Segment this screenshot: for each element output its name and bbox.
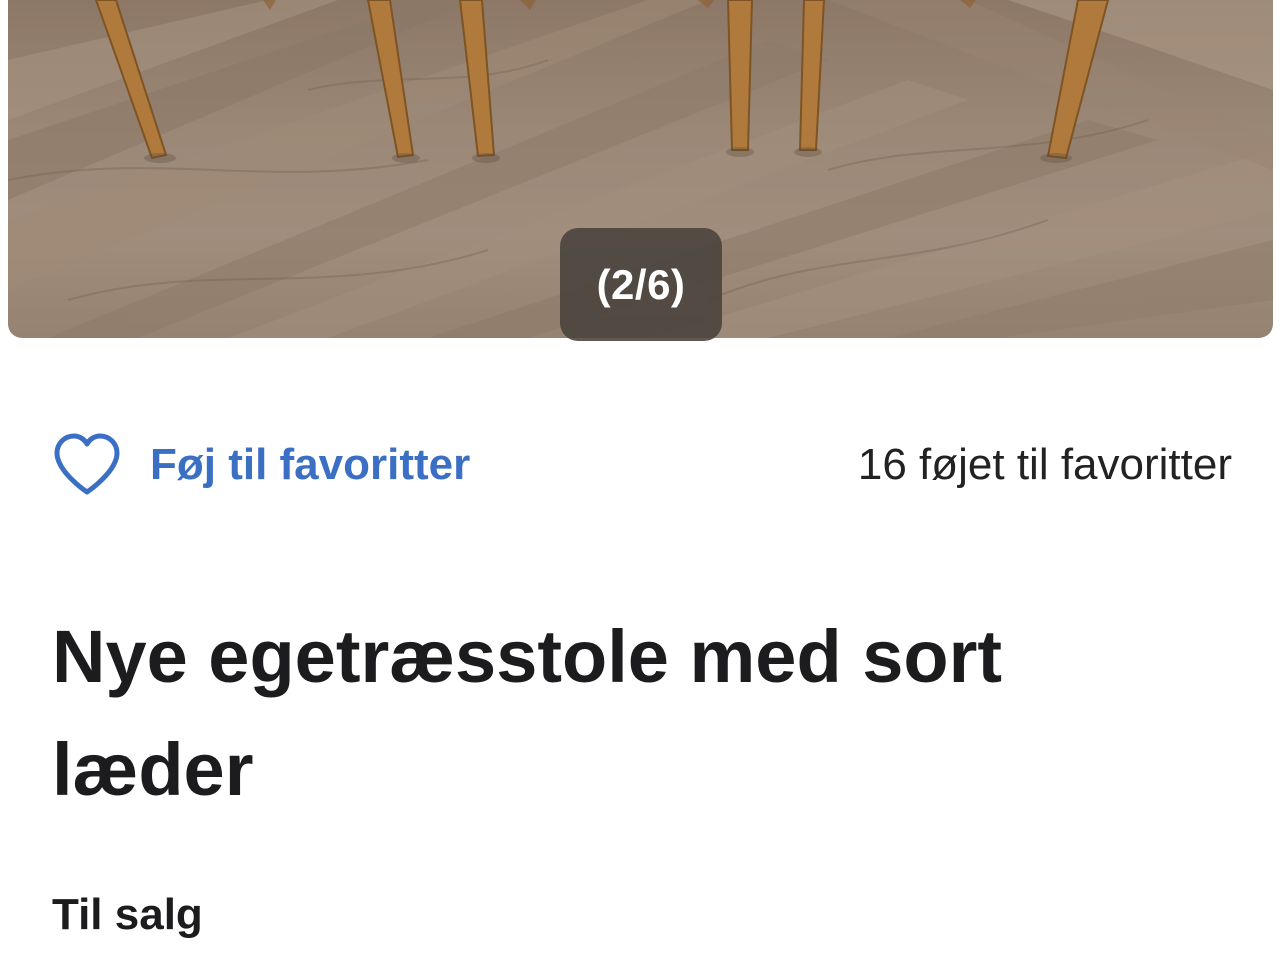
heart-outline-icon bbox=[52, 432, 122, 498]
add-to-favorites-button[interactable]: Føj til favoritter bbox=[52, 430, 470, 500]
listing-title: Nye egetræsstole med sort læder bbox=[52, 615, 1003, 811]
add-to-favorites-label: Føj til favoritter bbox=[150, 440, 471, 489]
favorites-row: Føj til favoritter 16 føjet til favoritt… bbox=[52, 430, 1232, 500]
listing-status: Til salg bbox=[52, 890, 203, 939]
favorites-count: 16 føjet til favoritter bbox=[857, 440, 1232, 489]
image-counter-badge: (2/6) bbox=[560, 228, 722, 341]
